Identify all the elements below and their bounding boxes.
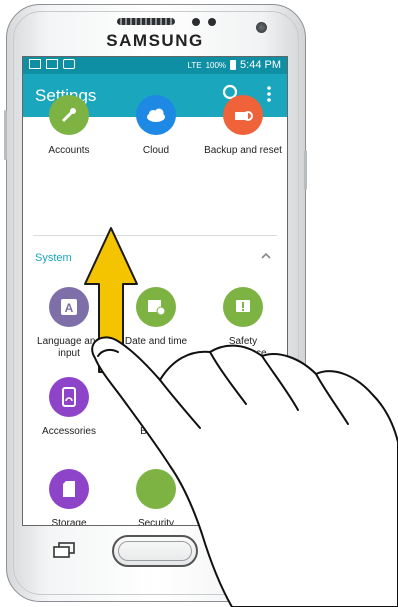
volume-key[interactable] <box>4 110 7 160</box>
settings-item-storage[interactable]: Storage <box>25 469 113 526</box>
settings-item-label: Accessories <box>42 426 96 437</box>
settings-item-safety-assistance[interactable]: Safety assistance <box>199 287 287 359</box>
settings-item-backup-reset[interactable]: Backup and reset <box>199 95 287 177</box>
chevron-up-icon[interactable] <box>259 249 273 263</box>
battery-percent: 100% <box>205 60 227 70</box>
clock: 5:44 PM <box>240 59 281 71</box>
scroll-indicator <box>283 417 285 487</box>
settings-item-security[interactable]: Security <box>112 469 200 526</box>
cloud-icon <box>136 95 176 135</box>
brand-logo: SAMSUNG <box>106 31 204 50</box>
mail-icon <box>29 59 41 69</box>
status-bar: LTE 100% 5:44 PM <box>23 57 287 74</box>
key-icon <box>49 95 89 135</box>
settings-item-label: Backup and reset <box>204 145 282 156</box>
settings-item-battery[interactable]: Battery <box>112 377 200 441</box>
home-button[interactable] <box>112 535 198 567</box>
recent-apps-icon[interactable] <box>52 542 76 558</box>
settings-item-date-time[interactable]: Date and time <box>112 287 200 359</box>
screen: LTE 100% 5:44 PM Settings Accounts <box>22 56 288 526</box>
settings-item-power-saving[interactable]: Power saving <box>199 377 287 441</box>
settings-item-label: Cloud <box>142 145 170 156</box>
notification-icons <box>29 59 75 69</box>
section-title-system: System <box>35 252 72 264</box>
settings-item-accounts[interactable]: Accounts <box>25 95 113 177</box>
settings-item-label: Security <box>137 518 175 526</box>
settings-item-label: Language and input <box>37 336 101 359</box>
language-icon: A <box>49 287 89 327</box>
accessories-icon <box>49 377 89 417</box>
battery-icon <box>136 377 176 417</box>
settings-item-label: Safety assistance <box>219 336 267 359</box>
voicemail-icon <box>46 59 58 69</box>
section-divider <box>33 235 277 236</box>
power-key[interactable] <box>304 150 307 190</box>
backup-icon <box>223 95 263 135</box>
front-camera <box>256 22 267 33</box>
settings-item-label: Storage <box>51 518 87 526</box>
signal-text: LTE <box>187 60 202 70</box>
proximity-sensor <box>192 18 200 26</box>
recycle-icon <box>223 377 263 417</box>
status-right: LTE 100% 5:44 PM <box>187 59 281 71</box>
battery-icon <box>230 60 237 70</box>
settings-item-cloud[interactable]: Cloud <box>112 95 200 177</box>
settings-item-accessories[interactable]: Accessories <box>25 377 113 441</box>
earpiece-speaker <box>117 18 175 25</box>
settings-item-language-input[interactable]: A Language and input <box>25 287 113 359</box>
settings-content: Accounts Cloud Backup and reset System A… <box>23 95 287 526</box>
settings-item-label: Date and time <box>124 336 188 347</box>
shield-icon <box>136 469 176 509</box>
light-sensor <box>208 18 216 26</box>
sd-card-icon <box>49 469 89 509</box>
settings-item-label: Power saving <box>212 426 274 437</box>
more-vertical-icon[interactable] <box>265 83 273 105</box>
accessibility-icon <box>63 59 75 69</box>
calendar-icon <box>136 287 176 327</box>
alert-icon <box>223 287 263 327</box>
settings-item-label: Battery <box>140 426 172 437</box>
svg-text:A: A <box>65 301 74 315</box>
settings-item-label: Accounts <box>48 145 90 156</box>
